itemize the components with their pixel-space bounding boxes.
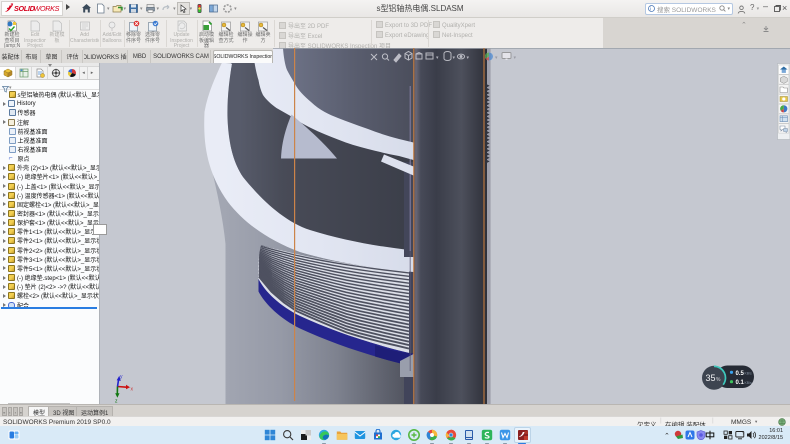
svg-text:KB/s: KB/s: [745, 371, 752, 375]
svg-text:?: ?: [742, 431, 745, 436]
svg-text:SOLID: SOLID: [14, 4, 35, 13]
svg-text:0.5: 0.5: [736, 371, 745, 377]
svg-text:i: i: [650, 6, 651, 12]
svg-text:KB/s: KB/s: [745, 381, 752, 385]
svg-text:%: %: [716, 377, 721, 383]
svg-text:0.1: 0.1: [736, 380, 745, 386]
svg-text:35: 35: [706, 373, 716, 383]
